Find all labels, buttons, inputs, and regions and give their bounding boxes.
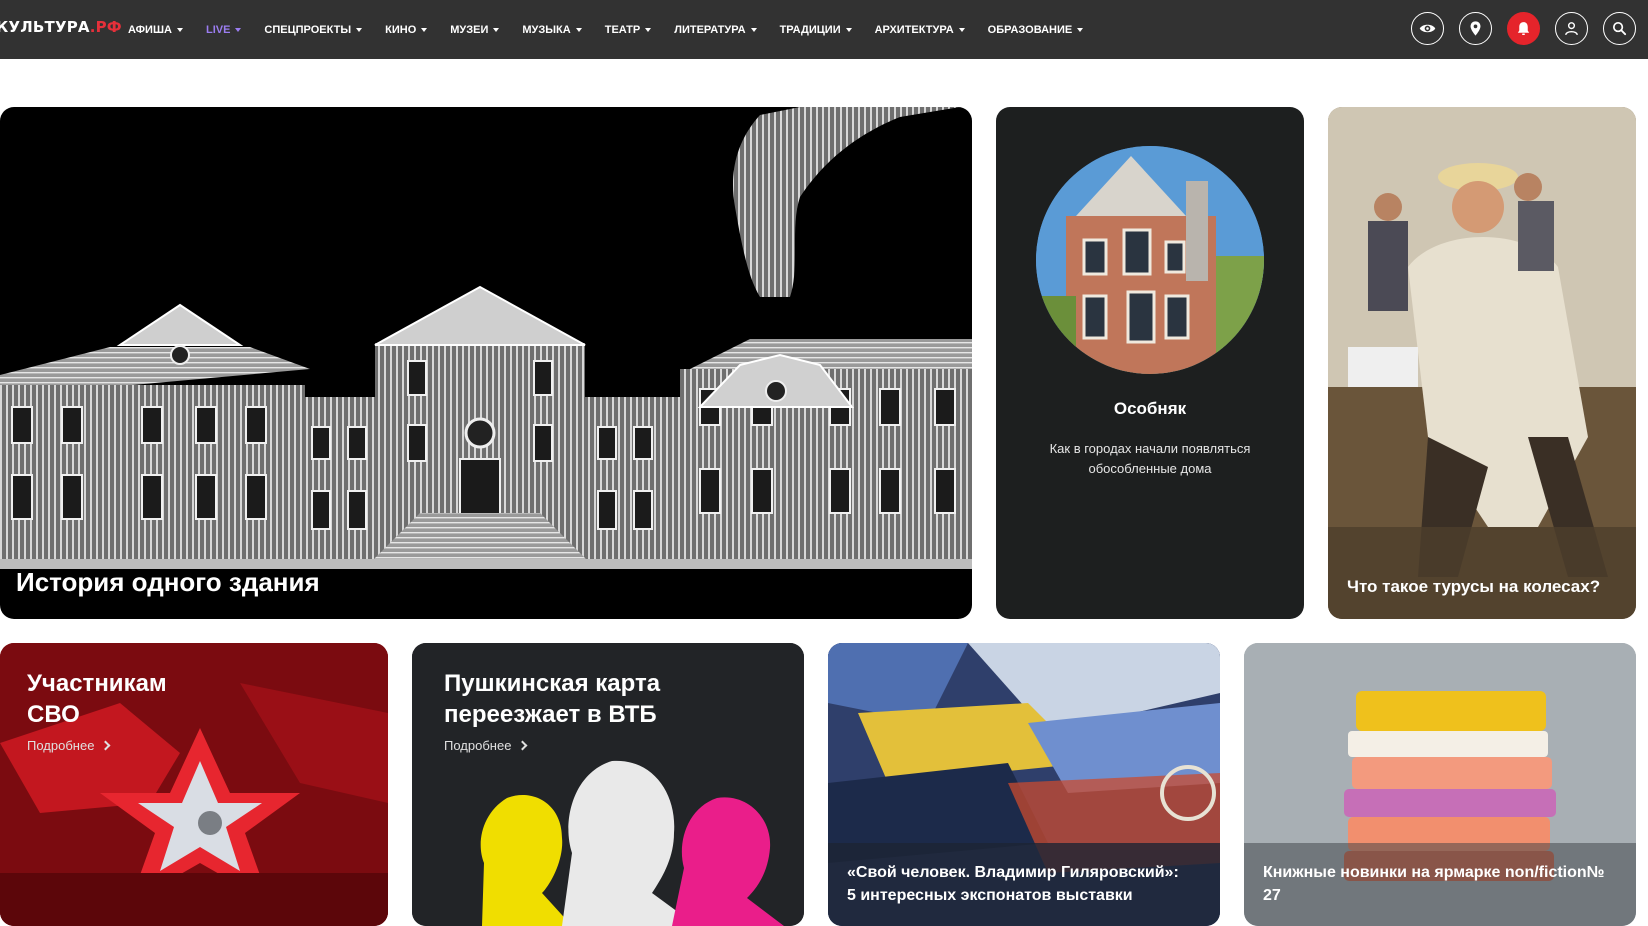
nav-label: ТРАДИЦИИ [779, 23, 841, 36]
chevron-right-icon [517, 740, 528, 751]
chevron-down-icon [235, 28, 242, 32]
location-button[interactable] [1459, 12, 1492, 45]
chevron-down-icon [958, 28, 965, 32]
more-label: Подробнее [444, 738, 512, 753]
nav-label: ТЕАТР [604, 23, 641, 36]
eye-icon [1419, 24, 1436, 33]
user-icon [1565, 22, 1578, 36]
title-line: переезжает в ВТБ [444, 701, 657, 728]
top-header: КУЛЬТУРА.РФ АФИША LIVE СПЕЦПРОЕКТЫ КИНО … [0, 0, 1648, 59]
nav-kino[interactable]: КИНО [385, 23, 428, 36]
nav-literatura[interactable]: ЛИТЕРАТУРА [674, 23, 757, 36]
chevron-down-icon [493, 28, 500, 32]
nav-label: МУЗЫКА [522, 23, 571, 36]
nav-label: LIVE [205, 23, 231, 36]
site-logo[interactable]: КУЛЬТУРА.РФ [0, 18, 122, 36]
card-title: История одного здания [16, 567, 320, 597]
more-label: Подробнее [27, 738, 95, 753]
painting-image [1328, 107, 1636, 619]
notifications-button[interactable] [1507, 12, 1540, 45]
nav-label: ЛИТЕРАТУРА [674, 23, 746, 36]
main-nav: АФИША LIVE СПЕЦПРОЕКТЫ КИНО МУЗЕИ МУЗЫКА… [128, 0, 1106, 59]
search-button[interactable] [1603, 12, 1636, 45]
nav-label: СПЕЦПРОЕКТЫ [264, 23, 352, 36]
card-subtitle: Как в городах начали появляться обособле… [1049, 441, 1251, 476]
nav-afisha[interactable]: АФИША [128, 24, 183, 36]
feature-card-building-history[interactable]: История одного здания [0, 107, 972, 619]
nav-live[interactable]: LIVE [205, 23, 242, 36]
accessibility-button[interactable] [1411, 12, 1444, 45]
chevron-down-icon [1077, 28, 1084, 32]
building-engraving-image [0, 107, 972, 569]
card-title: Что такое турусы на колесах? [1347, 577, 1601, 596]
nav-label: ОБРАЗОВАНИЕ [987, 23, 1073, 36]
title-line: 27 [1263, 887, 1281, 904]
chevron-down-icon [575, 28, 582, 32]
title-line: Книжные новинки на ярмарке non/fiction№ [1263, 864, 1605, 881]
logo-suffix: .РФ [89, 18, 122, 36]
nav-label: КИНО [385, 23, 417, 36]
nav-muzyka[interactable]: МУЗЫКА [522, 23, 582, 36]
chevron-down-icon [176, 28, 183, 32]
promo-card-svo[interactable]: Участникам СВО Подробнее [0, 643, 388, 926]
feature-card-turusy[interactable]: Что такое турусы на колесах? [1328, 107, 1636, 619]
chevron-down-icon [356, 28, 363, 32]
nav-teatr[interactable]: ТЕАТР [605, 24, 652, 36]
nav-label: МУЗЕИ [450, 23, 489, 36]
more-link[interactable]: Подробнее [27, 738, 111, 753]
card-title: Участникам СВО [27, 668, 167, 730]
chevron-down-icon [421, 28, 428, 32]
mansion-photo [1036, 146, 1264, 374]
article-card-gilyarovsky[interactable]: «Свой человек. Владимир Гиляровский»: 5 … [828, 643, 1220, 926]
chevron-down-icon [750, 28, 757, 32]
nav-obrazovanie[interactable]: ОБРАЗОВАНИЕ [988, 24, 1084, 36]
chevron-right-icon [100, 740, 111, 751]
title-line: «Свой человек. Владимир Гиляровский»: [847, 864, 1179, 881]
feature-card-mansion[interactable]: Особняк Как в городах начали появляться … [996, 107, 1304, 619]
location-pin-icon [1470, 21, 1481, 36]
header-actions [1411, 12, 1636, 45]
title-line: Пушкинская карта [444, 670, 661, 697]
promo-card-pushkin[interactable]: Пушкинская карта переезжает в ВТБ Подроб… [412, 643, 804, 926]
profile-button[interactable] [1555, 12, 1588, 45]
nav-label: АРХИТЕКТУРА [874, 23, 954, 36]
nav-label: АФИША [128, 23, 172, 36]
article-card-books[interactable]: Книжные новинки на ярмарке non/fiction№ … [1244, 643, 1636, 926]
nav-tradicii[interactable]: ТРАДИЦИИ [780, 24, 852, 36]
card-title: Пушкинская карта переезжает в ВТБ [444, 668, 660, 730]
title-line: Участникам [27, 670, 167, 697]
title-line: СВО [27, 701, 80, 728]
mansion-illustration [1036, 146, 1264, 374]
card-title: Книжные новинки на ярмарке non/fiction№ … [1263, 861, 1623, 907]
logo-text: КУЛЬТУРА [0, 18, 90, 36]
nav-muzei[interactable]: МУЗЕИ [450, 23, 500, 36]
chevron-down-icon [845, 28, 852, 32]
card-title: «Свой человек. Владимир Гиляровский»: 5 … [847, 861, 1207, 907]
more-link[interactable]: Подробнее [444, 738, 528, 753]
title-line: 5 интересных экспонатов выставки [847, 887, 1133, 904]
search-icon [1612, 21, 1627, 36]
nav-specprojects[interactable]: СПЕЦПРОЕКТЫ [264, 23, 363, 36]
card-title: Особняк [1113, 399, 1187, 418]
chevron-down-icon [645, 28, 652, 32]
nav-arhitektura[interactable]: АРХИТЕКТУРА [875, 24, 965, 36]
bell-icon [1517, 22, 1530, 36]
